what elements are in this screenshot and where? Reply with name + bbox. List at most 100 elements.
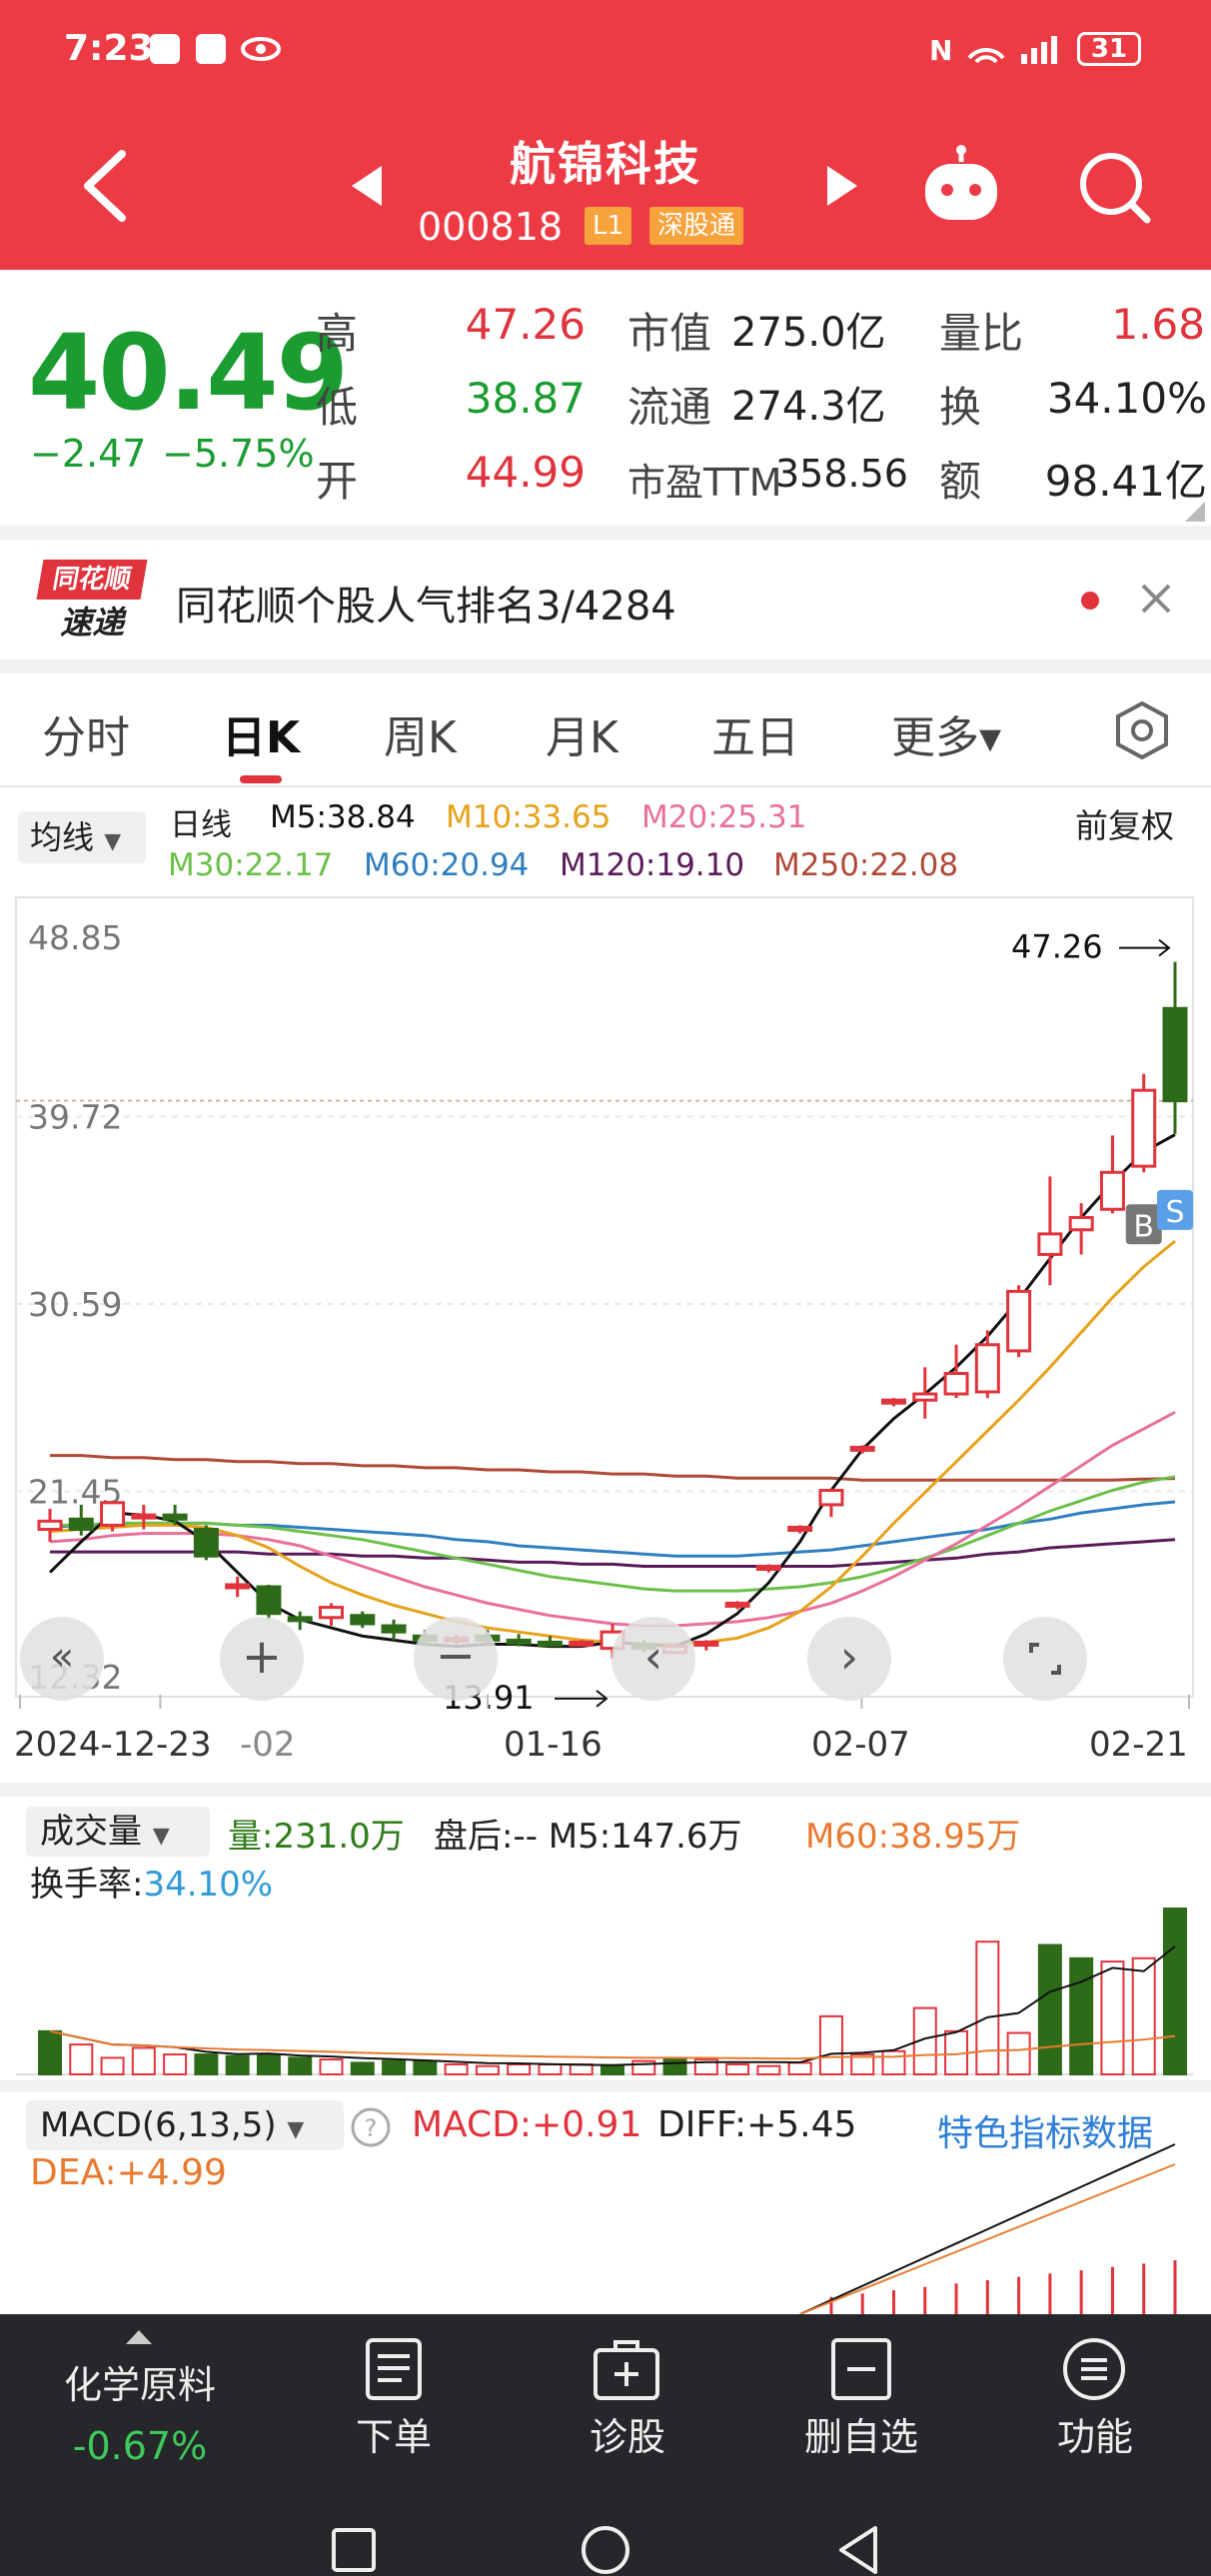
divider bbox=[0, 2080, 1211, 2092]
ma5-label: M5:38.84 bbox=[270, 799, 416, 835]
sector-name[interactable]: 化学原料 bbox=[40, 2354, 240, 2409]
candle bbox=[849, 1445, 875, 1454]
candle-body bbox=[193, 1528, 219, 1558]
function-icon[interactable] bbox=[1061, 2336, 1127, 2402]
volume-bar bbox=[413, 2059, 438, 2076]
period-label: 日线 bbox=[170, 807, 232, 843]
scroll-left-fast-button[interactable]: « bbox=[20, 1617, 104, 1701]
scroll-right-button[interactable]: › bbox=[807, 1617, 891, 1701]
volume-bar bbox=[475, 2064, 500, 2075]
tab-weekly-k[interactable]: 周K bbox=[384, 701, 457, 765]
divider bbox=[0, 785, 1211, 787]
scroll-left-button[interactable]: ‹ bbox=[611, 1617, 695, 1701]
ths-logo: 同花顺 速递 bbox=[36, 560, 148, 644]
order-icon[interactable] bbox=[364, 2336, 424, 2402]
expand-corner-icon[interactable] bbox=[1185, 502, 1205, 522]
tab-monthly-k[interactable]: 月K bbox=[546, 701, 618, 765]
volratio-label: 量比 bbox=[939, 309, 1024, 358]
candle bbox=[1006, 1285, 1032, 1358]
volume-bar bbox=[1163, 1908, 1187, 2075]
volume-bar bbox=[319, 2058, 344, 2075]
ma20-line bbox=[49, 1410, 1176, 1628]
volume-bar bbox=[131, 2046, 156, 2076]
divider bbox=[0, 1783, 1211, 1797]
remove-watchlist-icon[interactable] bbox=[829, 2336, 893, 2402]
unread-dot bbox=[1081, 592, 1099, 610]
candle bbox=[881, 1398, 906, 1407]
zoom-out-button[interactable]: − bbox=[414, 1617, 498, 1701]
tab-daily-k[interactable]: 日K bbox=[222, 701, 300, 765]
volume-bar bbox=[256, 2053, 281, 2076]
mktcap-label: 市值 bbox=[627, 309, 712, 358]
function-button[interactable]: 功能 bbox=[1015, 2406, 1175, 2461]
diagnose-icon[interactable] bbox=[592, 2336, 661, 2402]
amount-label: 额 bbox=[939, 457, 982, 506]
after-hours-label: 盘后:-- M5:147.6万 bbox=[434, 1817, 742, 1857]
macd-chart[interactable] bbox=[0, 2138, 1211, 2314]
pe-value: 358.56 bbox=[775, 452, 908, 496]
turnover-value: 34.10% bbox=[1046, 374, 1207, 423]
order-button[interactable]: 下单 bbox=[314, 2406, 474, 2461]
volume-bar bbox=[194, 2053, 219, 2076]
candle-body bbox=[319, 1606, 344, 1620]
recent-apps-icon[interactable] bbox=[330, 2526, 378, 2574]
candle bbox=[381, 1619, 407, 1641]
volume-bar bbox=[1069, 1956, 1094, 2075]
y-tick-label: 30.59 bbox=[28, 1285, 122, 1324]
adjust-label[interactable]: 前复权 bbox=[1075, 799, 1174, 847]
sell-marker-label: S bbox=[1165, 1195, 1184, 1230]
volume-bar bbox=[787, 2061, 812, 2076]
volume-bar bbox=[163, 2053, 188, 2076]
candle-body bbox=[974, 1343, 1000, 1394]
candle-body bbox=[287, 1616, 313, 1623]
candle-body bbox=[912, 1392, 938, 1402]
float-label: 流通 bbox=[627, 383, 712, 432]
remove-watchlist-button[interactable]: 删自选 bbox=[781, 2406, 941, 2461]
candle bbox=[1099, 1135, 1125, 1214]
sector-change: -0.67% bbox=[72, 2424, 208, 2468]
divider bbox=[0, 526, 1211, 540]
ma5-line bbox=[48, 1133, 1176, 1649]
close-icon[interactable] bbox=[1139, 582, 1173, 616]
volume-bar bbox=[444, 2063, 469, 2075]
candle-body bbox=[1006, 1289, 1032, 1353]
volume-bar bbox=[538, 2063, 563, 2075]
tab-more[interactable]: 更多▾ bbox=[891, 701, 1001, 765]
candle-body bbox=[350, 1614, 376, 1626]
zoom-in-button[interactable]: + bbox=[220, 1617, 304, 1701]
volume-bar bbox=[1131, 1956, 1156, 2075]
candle bbox=[943, 1344, 969, 1399]
x-tick-label: 02-07 bbox=[811, 1725, 910, 1765]
next-stock-icon[interactable] bbox=[825, 164, 859, 208]
volume-selector[interactable]: 成交量 ▼ bbox=[26, 1807, 210, 1857]
mktcap-value: 275.0亿 bbox=[731, 310, 886, 356]
candle bbox=[319, 1603, 344, 1627]
candle-body bbox=[1037, 1232, 1063, 1256]
volume-chart[interactable] bbox=[0, 1899, 1211, 2078]
open-value: 44.99 bbox=[465, 448, 586, 497]
stock-header: 7:23 N 31 航锦科技 000818 L1 深股通 bbox=[0, 0, 1211, 270]
candle-body bbox=[849, 1445, 875, 1452]
chevron-up-icon[interactable] bbox=[124, 2326, 154, 2346]
volume-bar bbox=[382, 2059, 407, 2076]
ma-selector[interactable]: 均线 ▼ bbox=[18, 811, 146, 863]
candle-body bbox=[818, 1489, 844, 1507]
volume-bar bbox=[569, 2063, 594, 2075]
buy-marker-label: B bbox=[1133, 1209, 1154, 1244]
tab-intraday[interactable]: 分时 bbox=[42, 701, 130, 765]
home-icon[interactable] bbox=[580, 2524, 631, 2576]
candle-body bbox=[100, 1501, 126, 1527]
popularity-banner[interactable]: 同花顺 速递 同花顺个股人气排名3/4284 bbox=[0, 540, 1211, 659]
turnover-label: 换 bbox=[939, 383, 982, 432]
x-tick-label: 02-21 bbox=[1089, 1725, 1188, 1765]
diagnose-button[interactable]: 诊股 bbox=[548, 2406, 707, 2461]
settings-icon[interactable] bbox=[1111, 699, 1173, 761]
tab-five-day[interactable]: 五日 bbox=[711, 701, 799, 765]
stock-name: 航锦科技 bbox=[510, 137, 701, 191]
back-nav-icon[interactable] bbox=[835, 2524, 881, 2576]
search-icon[interactable] bbox=[1075, 148, 1153, 226]
fullscreen-button[interactable] bbox=[1003, 1617, 1087, 1701]
signal-icons: N bbox=[929, 34, 1057, 67]
candle-body bbox=[1099, 1170, 1125, 1211]
robot-icon[interactable] bbox=[917, 144, 1005, 226]
